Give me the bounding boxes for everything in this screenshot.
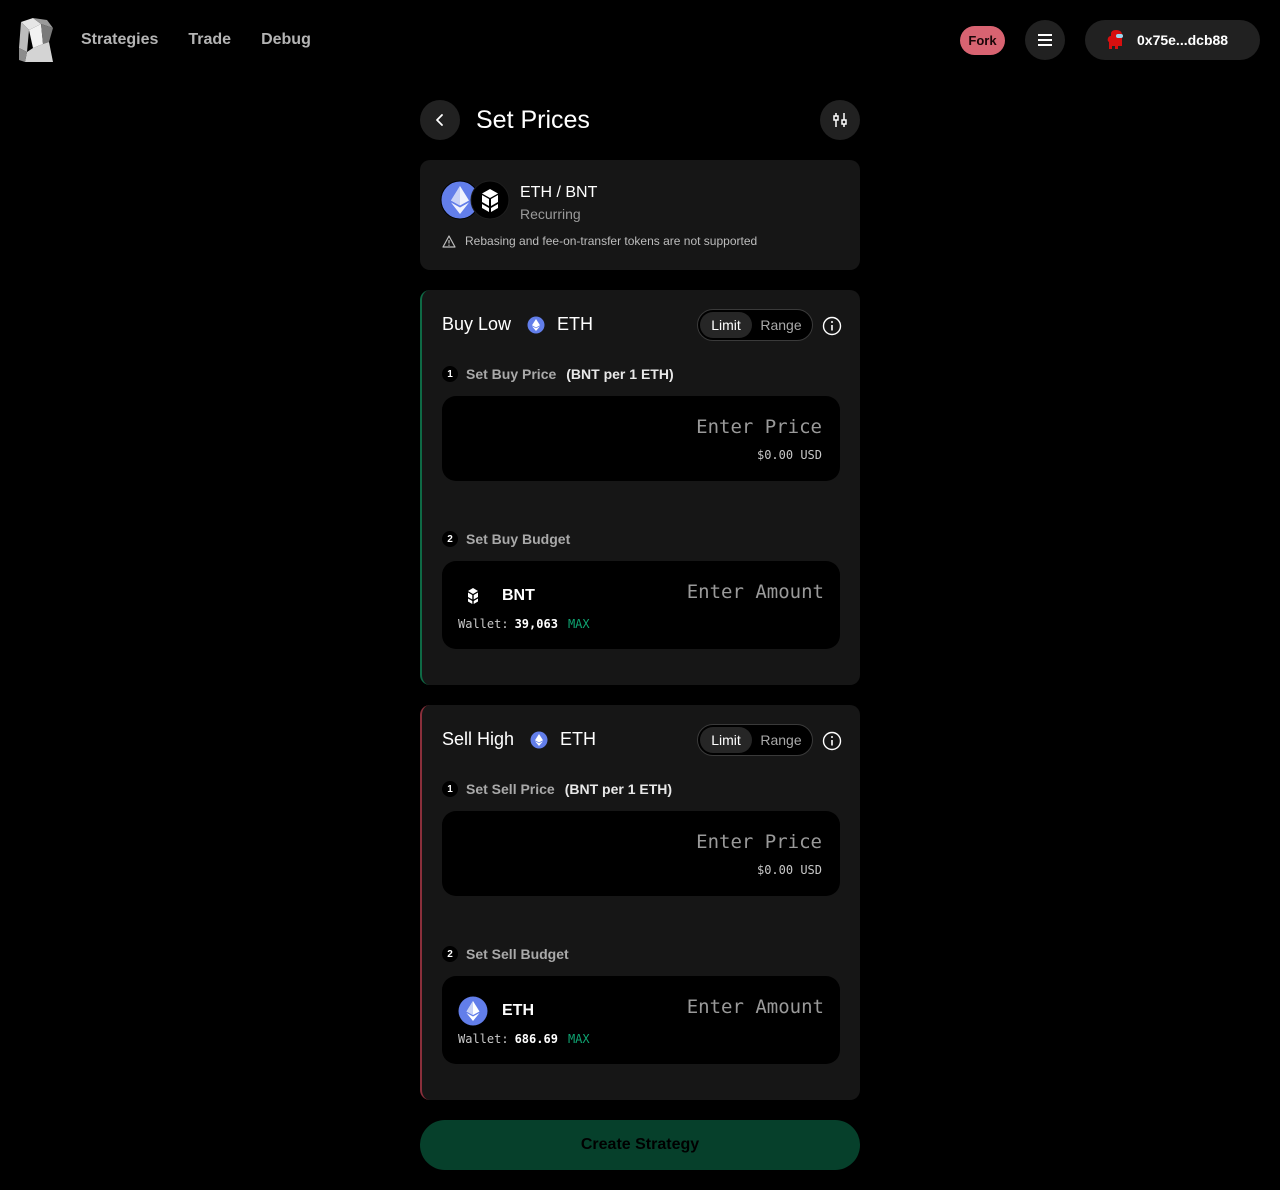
buy-token: ETH — [557, 314, 594, 334]
buy-price-usd: $0.00 USD — [756, 448, 822, 462]
pair-card: ETH / BNT Recurring Rebasing and fee-on-… — [420, 160, 860, 270]
sell-wallet-balance: Wallet: 686.69 MAX — [458, 1032, 590, 1046]
sell-limit-option[interactable]: Limit — [700, 727, 752, 753]
buy-budget-token: BNT — [458, 581, 535, 611]
nav-strategies[interactable]: Strategies — [81, 31, 158, 49]
wallet-button[interactable]: 0x75e...dcb88 — [1085, 20, 1260, 60]
buy-card-header: Buy Low ETH — [442, 314, 593, 335]
sell-price-input[interactable] — [522, 831, 822, 853]
eth-token-icon — [458, 996, 488, 1026]
buy-price-box: $0.00 USD — [442, 396, 840, 481]
wallet-label: Wallet: — [458, 617, 509, 631]
wallet-address: 0x75e...dcb88 — [1137, 32, 1229, 48]
sell-range-option[interactable]: Range — [752, 727, 810, 753]
sell-budget-label: Set Sell Budget — [466, 946, 569, 962]
sell-budget-step-label: 2 Set Sell Budget — [442, 946, 569, 962]
eth-token-icon — [530, 731, 548, 748]
buy-budget-token-symbol: BNT — [502, 587, 535, 604]
sell-token: ETH — [560, 729, 597, 749]
token-warning: Rebasing and fee-on-transfer tokens are … — [442, 234, 757, 248]
hamburger-icon — [1038, 34, 1052, 46]
chevron-left-icon — [436, 114, 443, 126]
sell-card-header: Sell High ETH — [442, 729, 596, 750]
buy-price-unit: (BNT per 1 ETH) — [566, 366, 674, 382]
sell-budget-token: ETH — [458, 996, 534, 1026]
carbon-logo[interactable] — [19, 18, 55, 62]
buy-order-type-toggle: Limit Range — [697, 309, 813, 341]
strategy-type: Recurring — [520, 206, 581, 222]
buy-price-step-label: 1 Set Buy Price (BNT per 1 ETH) — [442, 366, 674, 382]
main-nav: Strategies Trade Debug — [81, 31, 311, 49]
step-number: 2 — [442, 946, 458, 962]
buy-price-label: Set Buy Price — [466, 366, 557, 382]
sell-budget-input[interactable] — [604, 996, 824, 1018]
info-icon[interactable] — [822, 731, 842, 751]
step-number: 1 — [442, 781, 458, 797]
nav-debug[interactable]: Debug — [261, 31, 311, 49]
network-badge: Fork — [960, 26, 1005, 55]
nav-trade[interactable]: Trade — [188, 31, 231, 49]
sell-budget-box: ETH Wallet: 686.69 MAX — [442, 976, 840, 1064]
sell-price-step-label: 1 Set Sell Price (BNT per 1 ETH) — [442, 781, 672, 797]
menu-button[interactable] — [1025, 20, 1065, 60]
warning-icon — [442, 234, 456, 248]
sell-title: Sell High — [442, 729, 515, 749]
pair-token-icons — [440, 180, 512, 220]
back-button[interactable] — [420, 100, 460, 140]
sell-max-button[interactable]: MAX — [568, 1032, 590, 1046]
warning-text: Rebasing and fee-on-transfer tokens are … — [465, 234, 758, 248]
sell-budget-token-symbol: ETH — [502, 1002, 534, 1019]
pair-name: ETH / BNT — [520, 184, 597, 202]
pair-separator: / — [556, 184, 561, 201]
buy-price-input[interactable] — [522, 416, 822, 438]
buy-range-option[interactable]: Range — [752, 312, 810, 338]
pair-base: ETH — [520, 184, 552, 201]
avatar — [1107, 30, 1123, 49]
buy-limit-option[interactable]: Limit — [700, 312, 752, 338]
sell-price-label: Set Sell Price — [466, 781, 555, 797]
sell-order-type-toggle: Limit Range — [697, 724, 813, 756]
wallet-value: 686.69 — [514, 1032, 558, 1046]
page-title: Set Prices — [476, 106, 590, 134]
sliders-icon — [833, 113, 847, 127]
step-number: 2 — [442, 531, 458, 547]
buy-budget-step-label: 2 Set Buy Budget — [442, 531, 570, 547]
buy-budget-box: BNT Wallet: 39,063 MAX — [442, 561, 840, 649]
info-icon[interactable] — [822, 316, 842, 336]
settings-button[interactable] — [820, 100, 860, 140]
buy-title: Buy Low — [442, 314, 512, 334]
eth-token-icon — [527, 316, 545, 333]
buy-budget-input[interactable] — [604, 581, 824, 603]
sell-price-unit: (BNT per 1 ETH) — [564, 781, 673, 797]
pair-quote: BNT — [565, 184, 598, 201]
wallet-value: 39,063 — [514, 617, 558, 631]
sell-price-box: $0.00 USD — [442, 811, 840, 896]
create-strategy-button[interactable]: Create Strategy — [420, 1120, 860, 1170]
step-number: 1 — [442, 366, 458, 382]
buy-budget-label: Set Buy Budget — [466, 531, 571, 547]
wallet-label: Wallet: — [458, 1032, 509, 1046]
buy-wallet-balance: Wallet: 39,063 MAX — [458, 617, 590, 631]
bnt-token-icon — [458, 581, 488, 611]
sell-high-card: Sell High ETH Limit Range 1 Set Sell Pri… — [420, 705, 860, 1100]
sell-price-usd: $0.00 USD — [756, 863, 822, 877]
bnt-token-icon — [470, 180, 510, 220]
buy-low-card: Buy Low ETH Limit Range 1 Set Buy Price … — [420, 290, 860, 685]
buy-max-button[interactable]: MAX — [568, 617, 590, 631]
